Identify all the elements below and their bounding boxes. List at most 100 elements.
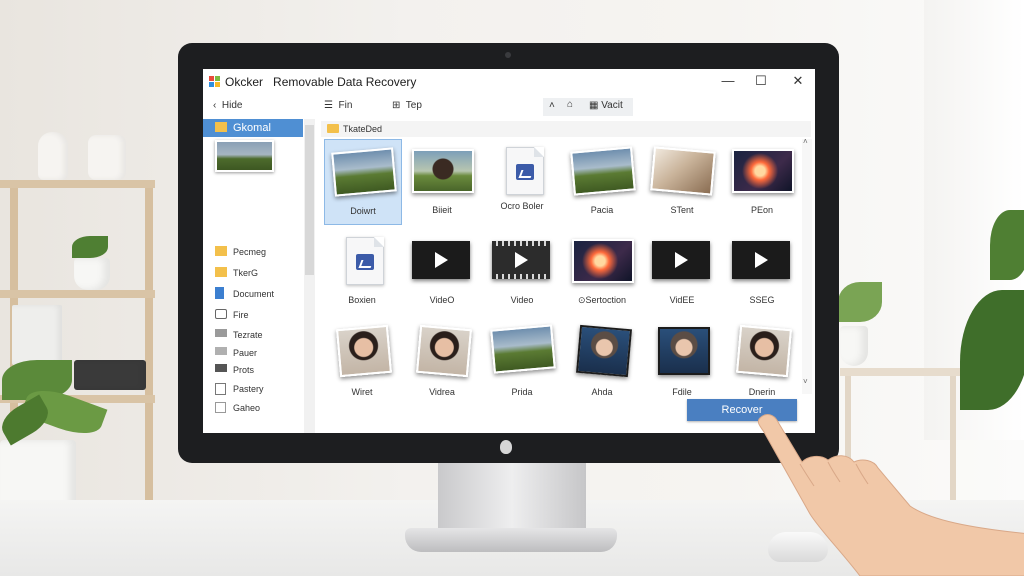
video-thumbnail [492,241,550,279]
chevron-up-icon[interactable]: ˄ [549,100,555,111]
sidebar-item-pastery[interactable]: Pastery [203,380,303,398]
image-thumbnail [416,324,472,378]
file-name: Fdile [672,387,692,397]
home-icon[interactable]: ⌂ [567,99,573,110]
video-thumbnail [412,241,470,279]
file-item[interactable]: ⊙Sertoction [564,229,640,313]
sidebar-item-label: Gaheo [233,403,261,413]
file-item[interactable]: Video [484,229,560,313]
document-icon [346,237,384,285]
file-item[interactable]: Boxien [324,229,400,313]
plant-leaf [72,236,108,258]
main-scrollbar[interactable]: ˄ ˅ [802,137,812,394]
image-thumbnail [572,239,634,283]
file-name: Pacia [590,205,614,215]
chevron-left-icon: ‹ [213,100,217,111]
file-item[interactable]: Ocro Boler [484,139,560,223]
sidebar-item-gkomal[interactable]: Gkomal [203,119,303,137]
plant-leaf [990,210,1024,280]
file-name: VideO [429,295,455,305]
file-name: Ahda [591,387,613,397]
image-thumbnail [331,147,397,197]
plant-pot [840,326,868,366]
file-item[interactable]: SSEG [724,229,800,313]
file-menu[interactable]: ☰ Fin [324,100,352,111]
sidebar-item-prots[interactable]: Prots [203,361,303,379]
play-icon [755,252,768,268]
image-thumbnail [650,146,716,196]
scroll-down-icon[interactable]: ˅ [803,377,808,386]
play-icon [515,252,528,268]
file-item[interactable]: Biieit [404,139,480,223]
file-name: ⊙Sertoction [564,295,640,306]
sidebar-item-tezrate[interactable]: Tezrate [203,326,303,344]
breadcrumb-label: TkateDed [343,124,383,134]
file-name: Boxien [348,295,376,305]
sidebar-preview-thumbnail[interactable] [215,140,274,172]
file-item[interactable]: VidEE [644,229,720,313]
sidebar-item-fire[interactable]: Fire [203,306,303,324]
minimize-button[interactable]: — [719,73,737,89]
sidebar-scrollbar-thumb[interactable] [305,125,314,275]
sidebar-item-tkerg[interactable]: TkerG [203,264,303,282]
file-item[interactable]: Wiret [324,317,400,401]
file-name: Vidrea [429,387,455,397]
image-thumbnail [336,324,392,378]
type-menu[interactable]: ⊞ Tep [392,100,422,111]
title-prefix: Okcker [225,75,264,89]
file-item[interactable]: STent [644,139,720,223]
sidebar-item-pauer[interactable]: Pauer [203,344,303,362]
folder-icon [327,124,339,133]
view-button[interactable]: ▦ Vacit [589,100,623,111]
file-name: STent [670,205,694,215]
play-icon [435,252,448,268]
file-item[interactable]: Vidrea [404,317,480,401]
file-name: SSEG [749,295,775,305]
image-thumbnail [570,146,636,196]
close-button[interactable]: ✕ [789,73,807,89]
file-item[interactable]: Fdile [644,317,720,401]
file-grid: Doiwrt Biieit Ocro Boler Pacia STent PEo… [321,139,801,397]
grid-icon: ▦ [589,100,599,111]
plant-pot [74,258,110,290]
sidebar-item-label: Document [233,289,275,299]
file-item[interactable]: Dnerin [724,317,800,401]
view-controls: ˄ ⌂ ▦ Vacit [543,98,633,116]
file-item[interactable]: Doiwrt [324,139,402,225]
hide-label: Hide [221,100,243,111]
file-item[interactable]: Prida [484,317,560,401]
image-thumbnail [412,149,474,193]
breadcrumb[interactable]: TkateDed [321,121,811,137]
file-item[interactable]: PEon [724,139,800,223]
sidebar-item-label: TkerG [233,268,259,278]
sidebar-item-gaheo[interactable]: Gaheo [203,399,303,417]
file-name-text: Sertoction [585,295,627,305]
sidebar-item-pecmeg[interactable]: Pecmeg [203,243,303,261]
window-title: Okcker Removable Data Recovery [225,75,416,89]
app-window: Okcker Removable Data Recovery — ☐ ✕ ‹ H… [203,69,815,433]
play-icon [675,252,688,268]
image-thumbnail [732,149,794,193]
file-item[interactable]: Pacia [564,139,640,223]
page-icon [215,383,226,395]
file-name: Ocro Boler [500,201,544,211]
list-icon: ☰ [324,100,333,111]
side-table [840,368,960,376]
drive-icon [215,329,227,337]
hide-button[interactable]: ‹ Hide [213,100,242,111]
file-name: PEon [750,205,774,215]
share-icon [215,309,227,319]
file-name: Wiret [351,387,373,397]
scroll-up-icon[interactable]: ˄ [803,137,808,146]
toolbar: ‹ Hide ☰ Fin ⊞ Tep [203,97,815,119]
document-icon [215,287,224,299]
link-icon: ⊙ [577,295,586,305]
sidebar-item-document[interactable]: Document [203,285,303,303]
file-item[interactable]: VideO [404,229,480,313]
maximize-button[interactable]: ☐ [752,73,770,89]
document-icon [506,147,544,195]
file-item[interactable]: Ahda [564,317,640,401]
file-name: Doiwrt [350,206,376,216]
folder-icon [215,246,227,256]
file-name: Prida [511,387,533,397]
